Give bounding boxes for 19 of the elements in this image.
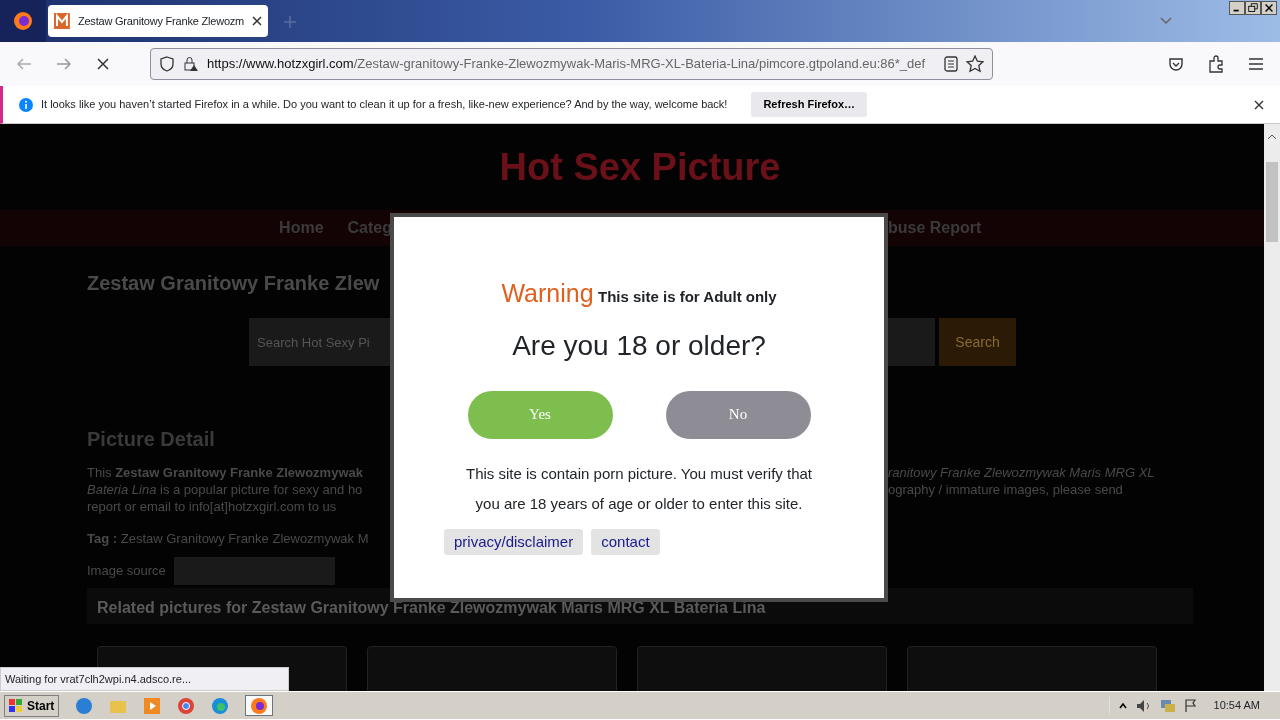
notification-text: It looks like you haven’t started Firefox in a while. Do you want to clean it up for a fresh, like-new experience? And by the way, welcome back!: [41, 97, 728, 113]
detail-text: ranitowy Franke Zlewozmywak Maris MRG XL: [888, 464, 1156, 481]
image-source-label: Image source: [87, 561, 166, 580]
warning-note: This site is for Adult only: [598, 288, 777, 305]
dialog-message: This site is contain porn picture. You must verify that you are 18 years of age or older to enter this site.: [465, 463, 813, 514]
dialog-question: Are you 18 or older?: [512, 329, 766, 361]
site-title: Hot Sex Picture: [499, 144, 781, 190]
status-tooltip: Waiting for vrat7clh2wpi.n4.adsco.re...: [0, 666, 289, 691]
clock-text: 10:54 AM: [1213, 698, 1260, 714]
detail-text: This Zestaw Granitowy Franke Zlewozmywak: [87, 464, 364, 481]
page-heading: Zestaw Granitowy Franke Zlew: [87, 272, 380, 294]
detail-text: ography / immature images, please send: [888, 481, 1124, 498]
tab-title: Zestaw Granitowy Franke Zlewozm: [77, 13, 245, 29]
detail-text: report or email to info[at]hotzxgirl.com to us: [87, 498, 338, 515]
tag-text: Zestaw Granitowy Franke Zlewozmywak M: [120, 531, 369, 546]
detail-text: Bateria Lina is a popular picture for sexy and ho: [87, 481, 364, 498]
tag-label: Tag :: [87, 531, 118, 546]
url-text: https://www.hotzxgirl.com/Zestaw-granitowy-Franke-Zlewozmywak-Maris-MRG-XL-Bateria-Lina/pimcore.gtpoland.eu:86*_def: [207, 55, 927, 74]
warning-label: Warning: [501, 279, 594, 307]
